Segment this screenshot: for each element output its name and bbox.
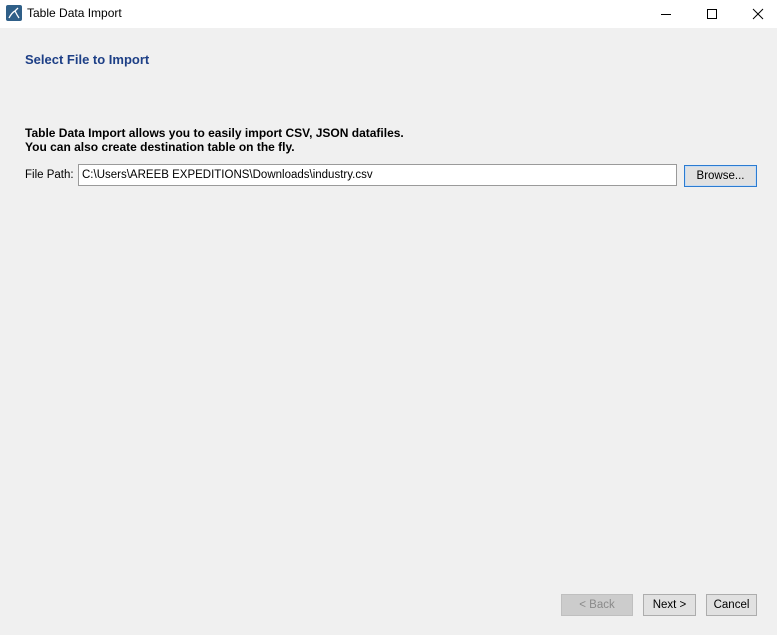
close-button[interactable] — [735, 0, 777, 28]
minimize-button[interactable] — [643, 0, 689, 28]
description-line-2: You can also create destination table on… — [25, 140, 295, 154]
title-bar[interactable]: Table Data Import — [0, 0, 777, 28]
back-button[interactable]: < Back — [561, 594, 633, 616]
mysql-workbench-icon — [6, 5, 22, 21]
next-button[interactable]: Next > — [643, 594, 696, 616]
close-icon — [752, 8, 764, 20]
import-description: Table Data Import allows you to easily i… — [25, 126, 404, 154]
window-title: Table Data Import — [27, 6, 122, 20]
minimize-icon — [661, 14, 671, 15]
file-path-label: File Path: — [25, 169, 74, 181]
maximize-icon — [707, 9, 717, 19]
browse-button[interactable]: Browse... — [684, 165, 757, 187]
maximize-button[interactable] — [689, 0, 735, 28]
cancel-button[interactable]: Cancel — [706, 594, 757, 616]
page-title: Select File to Import — [25, 52, 150, 67]
file-path-input[interactable] — [78, 164, 677, 186]
description-line-1: Table Data Import allows you to easily i… — [25, 126, 404, 140]
